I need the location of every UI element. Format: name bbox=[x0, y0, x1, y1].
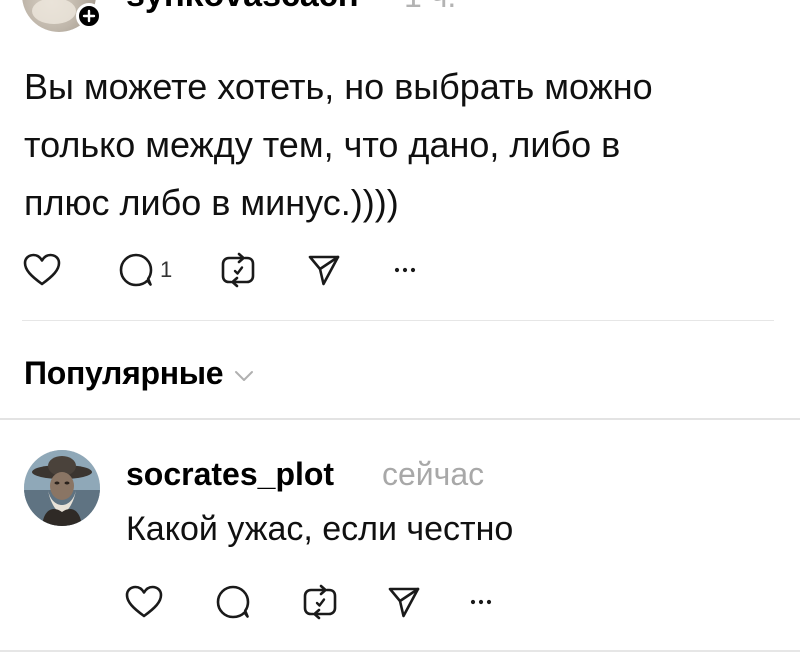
like-button[interactable] bbox=[22, 252, 64, 288]
post-text-line: только между тем, что дано, либо в bbox=[24, 124, 621, 165]
repost-icon bbox=[221, 252, 255, 288]
section-divider bbox=[0, 418, 800, 420]
post-author-username[interactable]: synkovascach bbox=[126, 0, 359, 12]
repost-icon bbox=[303, 584, 337, 620]
reply-count: 1 bbox=[160, 257, 173, 282]
reply-actions bbox=[124, 582, 492, 622]
send-icon bbox=[388, 587, 420, 618]
repost-button[interactable] bbox=[218, 251, 258, 289]
repost-button[interactable] bbox=[300, 583, 340, 621]
like-button[interactable] bbox=[124, 584, 164, 620]
post-actions: 1 bbox=[22, 250, 416, 290]
sort-label: Популярные bbox=[24, 354, 224, 391]
follow-button[interactable] bbox=[76, 3, 102, 29]
comment-icon bbox=[216, 585, 250, 619]
more-icon bbox=[470, 599, 492, 605]
avatar-image bbox=[32, 0, 76, 24]
reply-timestamp: сейчас bbox=[382, 456, 485, 492]
send-icon bbox=[308, 255, 340, 286]
reply-button[interactable] bbox=[214, 583, 252, 621]
post-timestamp: 1 ч. bbox=[404, 0, 456, 12]
share-button[interactable] bbox=[306, 252, 342, 288]
more-icon bbox=[395, 267, 416, 273]
post-text-line: Вы можете хотеть, но выбрать можно bbox=[24, 66, 653, 107]
heart-icon bbox=[125, 585, 163, 618]
reply-author-username[interactable]: socrates_plot bbox=[126, 454, 334, 494]
reply-text: Какой ужас, если честно bbox=[126, 510, 514, 548]
heart-icon bbox=[23, 253, 61, 286]
share-button[interactable] bbox=[386, 584, 422, 620]
avatar-image bbox=[24, 450, 100, 526]
thread-view: synkovascach 1 ч. Вы можете хотеть, но в… bbox=[0, 0, 800, 652]
avatar[interactable] bbox=[24, 450, 100, 526]
post-text: Вы можете хотеть, но выбрать можно тольк… bbox=[24, 58, 764, 232]
sort-dropdown[interactable]: Популярные bbox=[24, 350, 255, 396]
post-header: synkovascach 1 ч. bbox=[0, 0, 800, 40]
more-button[interactable] bbox=[470, 598, 492, 606]
chevron-down-icon bbox=[235, 371, 254, 381]
post-text-line: плюс либо в минус.)))) bbox=[24, 182, 399, 223]
comment-icon bbox=[119, 253, 153, 287]
reply-button[interactable]: 1 bbox=[117, 251, 172, 289]
more-button[interactable] bbox=[394, 266, 416, 274]
plus-icon bbox=[82, 9, 96, 23]
divider bbox=[22, 320, 774, 321]
